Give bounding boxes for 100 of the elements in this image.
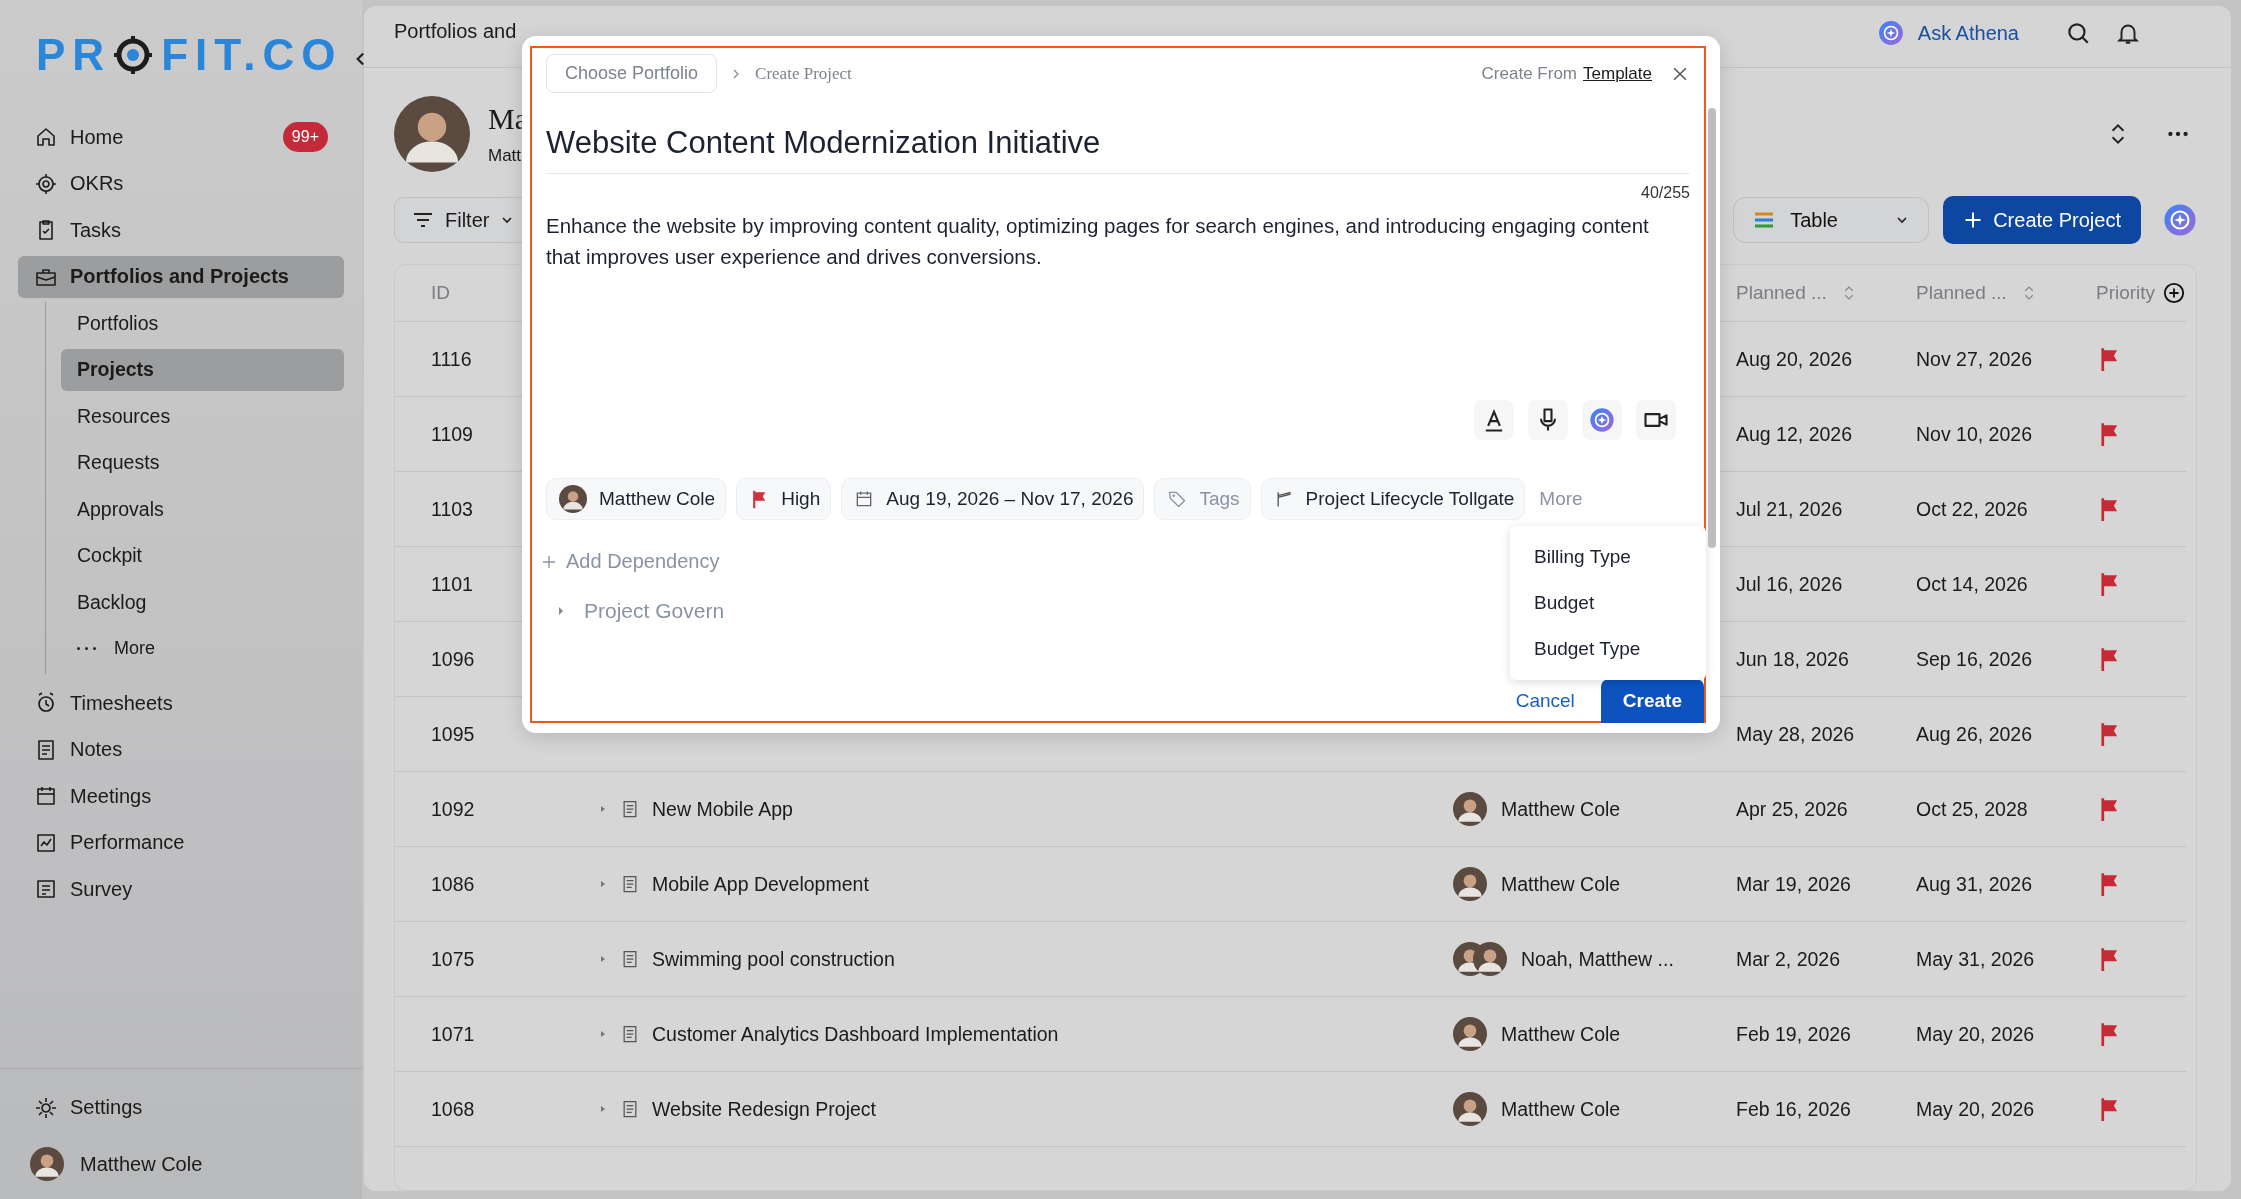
caret-icon: [556, 606, 566, 616]
add-column-icon[interactable]: [2163, 282, 2186, 304]
id-cell: 1075: [431, 947, 475, 971]
nav-subitem[interactable]: More: [61, 627, 344, 670]
sort-icon[interactable]: [1842, 284, 1855, 302]
view-dropdown[interactable]: Table: [1733, 197, 1930, 243]
sort-icon[interactable]: [2022, 284, 2035, 302]
avatar-icon: [559, 485, 587, 513]
avatar-icon: [1473, 942, 1507, 976]
nav-subitem[interactable]: Cockpit: [61, 534, 344, 577]
date-cell: Sep 16, 2026: [1916, 647, 2033, 671]
project-name[interactable]: Website Redesign Project: [652, 1097, 876, 1121]
project-name[interactable]: Customer Analytics Dashboard Implementation: [652, 1022, 1059, 1046]
logo-text: FIT.CO: [161, 30, 343, 80]
nav-subitem[interactable]: Resources: [61, 395, 344, 437]
priority-chip[interactable]: High: [736, 478, 832, 520]
nav-item[interactable]: Timesheets: [18, 682, 344, 724]
menu-item[interactable]: Billing Type: [1510, 534, 1706, 580]
create-button[interactable]: Create: [1600, 679, 1704, 723]
id-cell: 1101: [431, 572, 473, 596]
meetings-icon: [34, 784, 58, 808]
nav-subitem[interactable]: Projects: [61, 348, 344, 391]
date-cell: Aug 20, 2026: [1736, 347, 1853, 371]
date-cell: May 20, 2026: [1916, 1022, 2035, 1046]
tag-icon: [1167, 489, 1188, 509]
nav-subitem[interactable]: Approvals: [61, 488, 344, 530]
nav-item[interactable]: Home 99+: [18, 116, 344, 158]
assistant-icon[interactable]: [2163, 203, 2197, 237]
nav-item[interactable]: Settings: [18, 1086, 344, 1129]
project-name[interactable]: New Mobile App: [652, 797, 793, 821]
page-subtitle: Matt: [488, 146, 523, 166]
assistant-icon[interactable]: [1582, 400, 1622, 440]
lifecycle-chip[interactable]: Project Lifecycle Tollgate: [1260, 478, 1526, 520]
avatar-icon: [30, 1147, 64, 1181]
owner-chip[interactable]: Matthew Cole: [546, 478, 727, 520]
nav-subitem[interactable]: Backlog: [61, 581, 344, 623]
more-dots-icon: [77, 647, 96, 650]
owner-name: Matthew Cole: [1501, 797, 1621, 821]
date-cell: Oct 25, 2028: [1916, 797, 2028, 821]
id-cell: 1068: [431, 1097, 475, 1121]
menu-item[interactable]: Budget: [1510, 580, 1706, 626]
nav-item[interactable]: OKRs: [18, 162, 344, 205]
nav-subitem[interactable]: Portfolios: [61, 302, 344, 344]
nav-item[interactable]: Portfolios and Projects: [18, 255, 344, 298]
owner-name: Noah, Matthew ...: [1521, 947, 1674, 971]
date-cell: Mar 2, 2026: [1736, 947, 1841, 971]
owner-name: Matthew Cole: [1501, 1097, 1621, 1121]
video-camera-icon[interactable]: [1636, 400, 1676, 440]
nav-item[interactable]: Meetings: [18, 775, 344, 817]
text-format-icon[interactable]: [1474, 400, 1514, 440]
date-cell: Jun 18, 2026: [1736, 647, 1849, 671]
id-cell: 1092: [431, 797, 475, 821]
avatar-icon: [1453, 867, 1487, 901]
date-cell: May 31, 2026: [1916, 947, 2035, 971]
dates-chip[interactable]: Aug 19, 2026 – Nov 17, 2026: [841, 478, 1145, 520]
owner-name: Matthew Cole: [1501, 1022, 1621, 1046]
logo-text: PR: [36, 30, 112, 80]
date-cell: Jul 21, 2026: [1736, 497, 1843, 521]
avatar-icon: [1453, 1017, 1487, 1051]
search-icon[interactable]: [2065, 20, 2091, 46]
menu-item[interactable]: Budget Type: [1510, 626, 1706, 672]
date-cell: Aug 26, 2026: [1916, 722, 2033, 746]
nav-item[interactable]: Notes: [18, 728, 344, 771]
portfolio-chooser[interactable]: Choose Portfolio: [546, 54, 718, 93]
owner-name: Matthew Cole: [1501, 872, 1621, 896]
character-counter: 40/255: [1641, 184, 1690, 202]
project-name[interactable]: Swimming pool construction: [652, 947, 895, 971]
avatar-icon: [1453, 1092, 1487, 1126]
target-logo-icon: [113, 35, 154, 75]
project-name[interactable]: Mobile App Development: [652, 872, 869, 896]
notification-badge: 99+: [282, 122, 328, 152]
create-from-label: Create From: [1481, 63, 1577, 84]
breadcrumb[interactable]: Portfolios and: [394, 20, 517, 43]
breadcrumb: Create Project: [755, 63, 852, 84]
id-cell: 1086: [431, 872, 475, 896]
date-cell: May 20, 2026: [1916, 1097, 2035, 1121]
user-name: Matthew Cole: [80, 1152, 203, 1176]
nav-subitem[interactable]: Requests: [61, 441, 344, 484]
description-field[interactable]: Enhance the website by improving content quality, optimizing pages for search engines, and introducing engaging content that improves user experience and drives conversions.: [546, 210, 1690, 400]
date-cell: Feb 16, 2026: [1736, 1097, 1851, 1121]
ask-athena-link[interactable]: Ask Athena: [1917, 21, 2019, 45]
plus-icon: [1963, 210, 1984, 230]
date-cell: Aug 31, 2026: [1916, 872, 2033, 896]
id-cell: 1109: [431, 422, 473, 446]
cancel-button[interactable]: Cancel: [1509, 689, 1581, 713]
id-cell: 1096: [431, 647, 475, 671]
id-cell: 1071: [431, 1022, 475, 1046]
okrs-icon: [34, 171, 58, 196]
nav-item[interactable]: Survey: [18, 868, 344, 910]
microphone-icon[interactable]: [1528, 400, 1568, 440]
id-cell: 1103: [431, 497, 473, 521]
template-link[interactable]: Template: [1583, 63, 1652, 84]
nav-item[interactable]: Performance: [18, 821, 344, 864]
survey-icon: [34, 877, 58, 901]
title-field[interactable]: Website Content Modernization Initiative: [546, 125, 1690, 174]
create-project-button[interactable]: Create Project: [1943, 196, 2141, 244]
date-cell: Nov 27, 2026: [1916, 347, 2032, 371]
nav-item[interactable]: Tasks: [18, 209, 344, 251]
scrollbar[interactable]: [1708, 108, 1716, 548]
assistant-icon[interactable]: [1877, 20, 1904, 46]
